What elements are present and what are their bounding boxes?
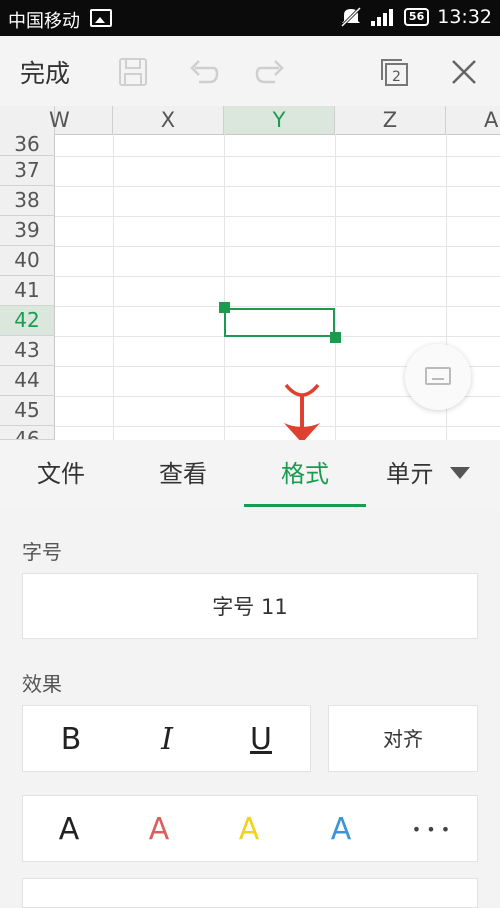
- ribbon-tabs: 文件 查看 格式 单亓: [0, 440, 500, 509]
- column-header-bar: W X Y Z A: [0, 106, 500, 135]
- row-header-44[interactable]: 44: [0, 366, 55, 396]
- close-icon[interactable]: [448, 56, 480, 88]
- edit-toolbar: 完成 2: [0, 36, 500, 106]
- tab-view[interactable]: 查看: [122, 440, 244, 508]
- windows-icon[interactable]: 2: [378, 56, 410, 88]
- window-count: 2: [392, 69, 401, 85]
- keyboard-icon: [425, 367, 451, 385]
- row-header-46[interactable]: 46: [0, 426, 55, 440]
- tab-file[interactable]: 文件: [0, 440, 122, 508]
- grid-line: [55, 306, 500, 307]
- text-style-group: B I U: [22, 705, 311, 772]
- signal-icon: [370, 9, 393, 26]
- column-header-z[interactable]: Z: [335, 106, 446, 134]
- spreadsheet-grid[interactable]: W X Y Z A 36 37 38 39 40 41 42 43 44 45 …: [0, 106, 500, 440]
- grid-line: [113, 134, 114, 440]
- grid-line: [55, 186, 500, 187]
- grid-line: [335, 134, 336, 440]
- row-header-41[interactable]: 41: [0, 276, 55, 306]
- battery-icon: 56: [403, 8, 430, 26]
- grid-line: [55, 276, 500, 277]
- grid-line: [55, 156, 500, 157]
- font-color-yellow[interactable]: A: [219, 796, 279, 863]
- red-arrow-annotation-icon: [284, 383, 320, 440]
- font-color-black[interactable]: A: [39, 796, 99, 863]
- save-icon[interactable]: [117, 56, 149, 88]
- selection-handle-start[interactable]: [219, 302, 230, 313]
- tab-format[interactable]: 格式: [244, 440, 366, 508]
- underline-button[interactable]: U: [221, 706, 301, 773]
- selection-handle-end[interactable]: [330, 332, 341, 343]
- column-header-y[interactable]: Y: [224, 106, 335, 134]
- italic-button[interactable]: I: [127, 706, 207, 773]
- grid-line: [55, 426, 500, 427]
- row-header-36[interactable]: 36: [0, 134, 55, 156]
- grid-line: [224, 134, 225, 440]
- row-header-43[interactable]: 43: [0, 336, 55, 366]
- row-header-42[interactable]: 42: [0, 306, 55, 336]
- next-option-box[interactable]: [22, 878, 478, 908]
- done-button[interactable]: 完成: [20, 54, 70, 90]
- corner-cell: [0, 106, 55, 134]
- column-header-a[interactable]: A: [446, 106, 500, 134]
- keyboard-toggle-button[interactable]: [405, 344, 471, 410]
- redo-icon[interactable]: [255, 56, 287, 88]
- font-color-group: A A A A • • •: [22, 795, 478, 862]
- status-right: 56 13:32: [340, 6, 492, 28]
- clock: 13:32: [437, 6, 492, 28]
- font-size-button[interactable]: 字号 11: [22, 573, 478, 639]
- more-colors-button[interactable]: • • •: [401, 796, 461, 863]
- effect-section-label: 效果: [22, 672, 62, 696]
- font-color-red[interactable]: A: [129, 796, 189, 863]
- chevron-down-icon[interactable]: [450, 467, 470, 479]
- row-header-38[interactable]: 38: [0, 186, 55, 216]
- row-header-45[interactable]: 45: [0, 396, 55, 426]
- mute-icon: [340, 7, 361, 27]
- row-header-39[interactable]: 39: [0, 216, 55, 246]
- align-button[interactable]: 对齐: [328, 705, 478, 772]
- tab-cell[interactable]: 单亓: [366, 440, 436, 508]
- grid-line: [55, 246, 500, 247]
- active-tab-indicator: [244, 504, 366, 507]
- bold-button[interactable]: B: [31, 706, 111, 773]
- carrier-name: 中国移动: [8, 11, 80, 32]
- image-notification-icon: [90, 9, 112, 27]
- font-size-section-label: 字号: [22, 540, 62, 564]
- selected-cell[interactable]: [224, 308, 335, 337]
- column-header-x[interactable]: X: [113, 106, 224, 134]
- row-header-40[interactable]: 40: [0, 246, 55, 276]
- undo-icon[interactable]: [187, 56, 219, 88]
- row-header-37[interactable]: 37: [0, 156, 55, 186]
- font-color-blue[interactable]: A: [311, 796, 371, 863]
- grid-line: [55, 216, 500, 217]
- status-bar: 中国移动 56 13:32: [0, 0, 500, 36]
- format-panel: 字号 字号 11 效果 B I U 对齐 A A A A • • •: [0, 508, 500, 908]
- column-header-w[interactable]: W: [49, 106, 113, 134]
